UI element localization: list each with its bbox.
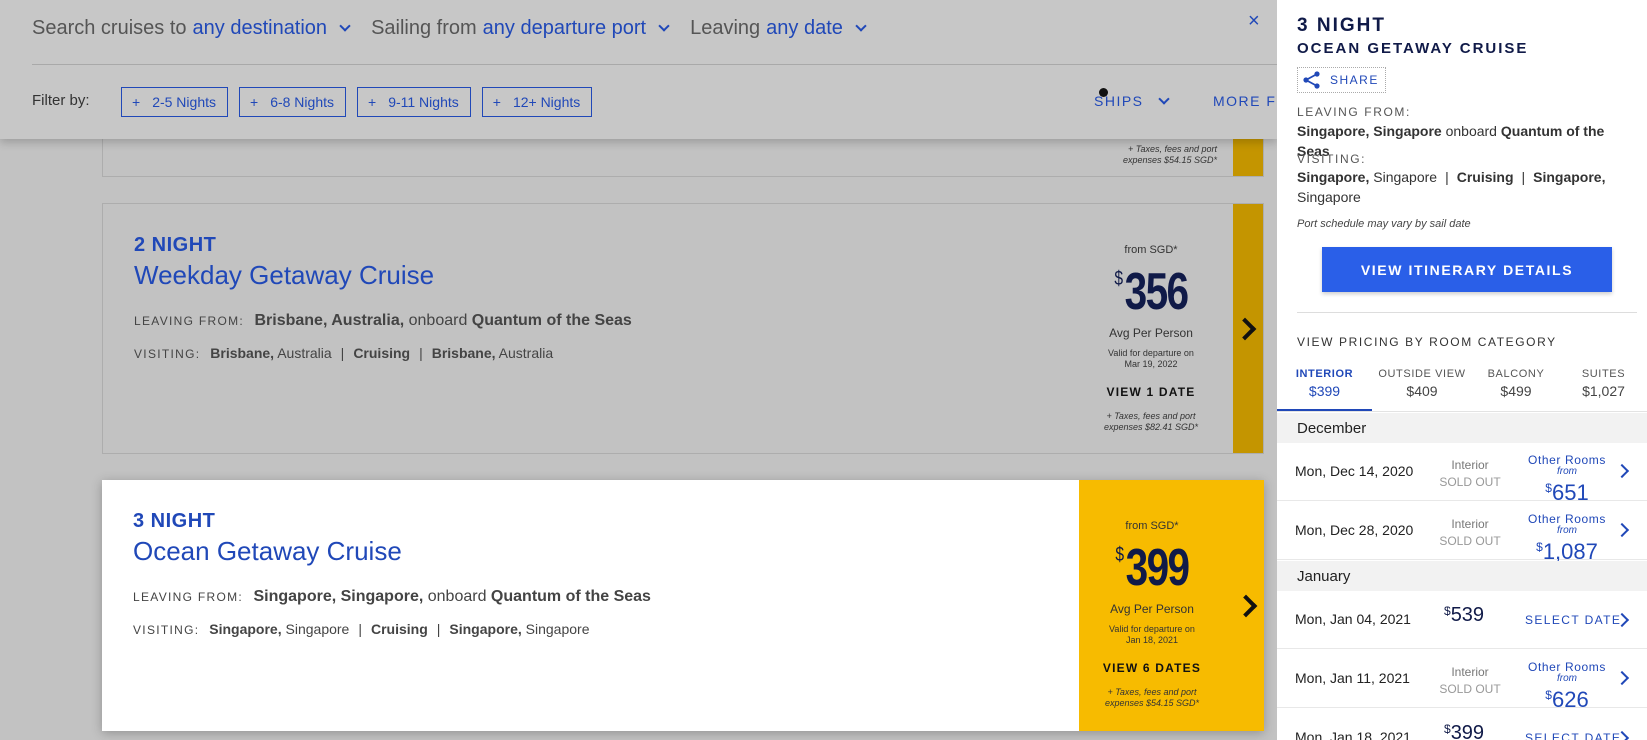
- destination-prefix: Search cruises to: [32, 16, 187, 39]
- card-cruise-name[interactable]: Ocean Getaway Cruise: [133, 536, 402, 567]
- date-row[interactable]: Mon, Dec 14, 2020 Interior SOLD OUT Othe…: [1277, 443, 1647, 504]
- filter-9-11-nights-button[interactable]: +9-11 Nights: [357, 87, 471, 117]
- panel-visiting-value: Singapore, Singapore | Cruising | Singapore,…: [1297, 169, 1606, 205]
- sail-date: Mon, Jan 18, 2021: [1295, 729, 1411, 740]
- card-nights: 2 NIGHT: [134, 234, 217, 256]
- panel-cruise-name: OCEAN GETAWAY CRUISE: [1297, 40, 1529, 57]
- taxes-note: + Taxes, fees and port expenses $54.15 S…: [1122, 144, 1217, 165]
- cruise-card-ocean-getaway-selected[interactable]: 3 NIGHT Ocean Getaway Cruise LEAVING FRO…: [102, 480, 1264, 731]
- interior-price: $399: [1444, 722, 1485, 740]
- share-icon: [1303, 71, 1320, 89]
- select-date-button[interactable]: SELECT DATE: [1525, 731, 1621, 740]
- chevron-right-icon[interactable]: [1614, 522, 1630, 538]
- plus-icon: +: [132, 94, 141, 110]
- other-rooms-price[interactable]: Other Rooms from $626: [1522, 660, 1612, 711]
- card-open-button[interactable]: [1234, 480, 1264, 731]
- view-dates-link[interactable]: VIEW 1 DATE: [1071, 385, 1231, 399]
- chevron-down-icon: [339, 19, 351, 32]
- card-price-area: from SGD* $399 Avg Per Person Valid for …: [1072, 520, 1232, 709]
- room-status: Interior SOLD OUT: [1439, 458, 1501, 489]
- cruise-card-weekday-getaway[interactable]: 2 NIGHT Weekday Getaway Cruise LEAVING F…: [102, 203, 1264, 454]
- card-price-area: from SGD* $356 Avg Per Person Valid for …: [1071, 244, 1231, 433]
- filter-label: Filter by:: [32, 92, 90, 109]
- port-schedule-note: Port schedule may vary by sail date: [1297, 218, 1471, 230]
- date-prefix: Leaving: [690, 16, 761, 39]
- card-leaving-from: LEAVING FROM: Brisbane, Australia, onboa…: [134, 312, 632, 329]
- divider: [32, 64, 1277, 65]
- mouse-cursor: [1099, 88, 1108, 97]
- card-open-button[interactable]: [1233, 204, 1263, 453]
- plus-icon: +: [250, 94, 259, 110]
- room-status: Interior SOLD OUT: [1439, 665, 1501, 696]
- chevron-right-icon: [1233, 317, 1257, 340]
- cruise-detail-panel: 3 NIGHT OCEAN GETAWAY CRUISE SHARE LEAVI…: [1277, 0, 1647, 740]
- plus-icon: +: [368, 94, 377, 110]
- close-icon[interactable]: ×: [1248, 10, 1260, 33]
- date-value: any date: [766, 16, 843, 39]
- panel-nights: 3 NIGHT: [1297, 15, 1386, 36]
- sail-date: Mon, Dec 14, 2020: [1295, 463, 1414, 479]
- sail-date: Mon, Dec 28, 2020: [1295, 522, 1414, 538]
- date-row[interactable]: Mon, Dec 28, 2020 Interior SOLD OUT Othe…: [1277, 502, 1647, 563]
- date-dropdown[interactable]: Leaving any date: [690, 16, 867, 40]
- filter-6-8-nights-button[interactable]: +6-8 Nights: [239, 87, 346, 117]
- view-dates-link[interactable]: VIEW 6 DATES: [1072, 661, 1232, 675]
- panel-leaving-label: LEAVING FROM:: [1297, 105, 1411, 119]
- room-category-tabs: INTERIOR $399 OUTSIDE VIEW $409 BALCONY …: [1277, 366, 1647, 412]
- chevron-down-icon: [658, 19, 670, 32]
- panel-visiting-label: VISITING:: [1297, 152, 1367, 166]
- interior-price: $539: [1444, 604, 1485, 626]
- other-rooms-price[interactable]: Other Rooms from $1,087: [1522, 512, 1612, 563]
- chevron-down-icon: [855, 19, 867, 32]
- destination-value: any destination: [192, 16, 328, 39]
- nights-filters: +2-5 Nights +6-8 Nights +9-11 Nights +12…: [121, 87, 603, 117]
- port-prefix: Sailing from: [371, 16, 477, 39]
- tab-suites[interactable]: SUITES $1,027: [1560, 366, 1647, 411]
- sail-date: Mon, Jan 04, 2021: [1295, 611, 1411, 627]
- card-visiting: VISITING: Singapore, Singapore | Cruising |…: [133, 621, 590, 637]
- date-row[interactable]: Mon, Jan 04, 2021 $539 SELECT DATE: [1277, 591, 1647, 649]
- sail-date: Mon, Jan 11, 2021: [1295, 670, 1410, 686]
- filter-2-5-nights-button[interactable]: +2-5 Nights: [121, 87, 228, 117]
- tab-interior[interactable]: INTERIOR $399: [1277, 366, 1372, 411]
- filter-12-plus-nights-button[interactable]: +12+ Nights: [481, 87, 593, 117]
- card-cruise-name[interactable]: Weekday Getaway Cruise: [134, 260, 434, 291]
- departure-port-dropdown[interactable]: Sailing from any departure port: [371, 16, 670, 40]
- chevron-right-icon: [1234, 594, 1258, 617]
- port-value: any departure port: [482, 16, 647, 39]
- chevron-right-icon[interactable]: [1614, 463, 1630, 479]
- room-status: Interior SOLD OUT: [1439, 517, 1501, 548]
- chevron-down-icon: [1157, 92, 1170, 105]
- search-row: Search cruises to any destination Sailin…: [32, 10, 887, 46]
- tab-outside-view[interactable]: OUTSIDE VIEW $409: [1372, 366, 1472, 411]
- view-itinerary-details-button[interactable]: VIEW ITINERARY DETAILS: [1322, 247, 1612, 292]
- card-leaving-from: LEAVING FROM: Singapore, Singapore, onbo…: [133, 588, 651, 605]
- room-category-title: VIEW PRICING BY ROOM CATEGORY: [1297, 335, 1557, 349]
- date-row[interactable]: Mon, Jan 11, 2021 Interior SOLD OUT Othe…: [1277, 650, 1647, 711]
- tab-balcony[interactable]: BALCONY $499: [1472, 366, 1560, 411]
- search-filter-bar: Search cruises to any destination Sailin…: [0, 0, 1280, 139]
- other-rooms-price[interactable]: Other Rooms from $651: [1522, 453, 1612, 504]
- select-date-button[interactable]: SELECT DATE: [1525, 613, 1621, 627]
- chevron-right-icon[interactable]: [1614, 670, 1630, 686]
- divider: [1297, 312, 1637, 313]
- more-filters-button[interactable]: MORE FI: [1213, 93, 1282, 109]
- month-header-december: December: [1277, 413, 1647, 443]
- card-visiting: VISITING: Brisbane, Australia | Cruising | B…: [134, 345, 554, 361]
- card-price: $356: [1114, 263, 1189, 321]
- card-nights: 3 NIGHT: [133, 510, 216, 532]
- destination-dropdown[interactable]: Search cruises to any destination: [32, 16, 351, 40]
- share-button[interactable]: SHARE: [1297, 67, 1386, 93]
- month-header-january: January: [1277, 561, 1647, 591]
- card-price: $399: [1115, 539, 1190, 597]
- date-row[interactable]: Mon, Jan 18, 2021 $399 SELECT DATE: [1277, 709, 1647, 740]
- plus-icon: +: [492, 94, 501, 110]
